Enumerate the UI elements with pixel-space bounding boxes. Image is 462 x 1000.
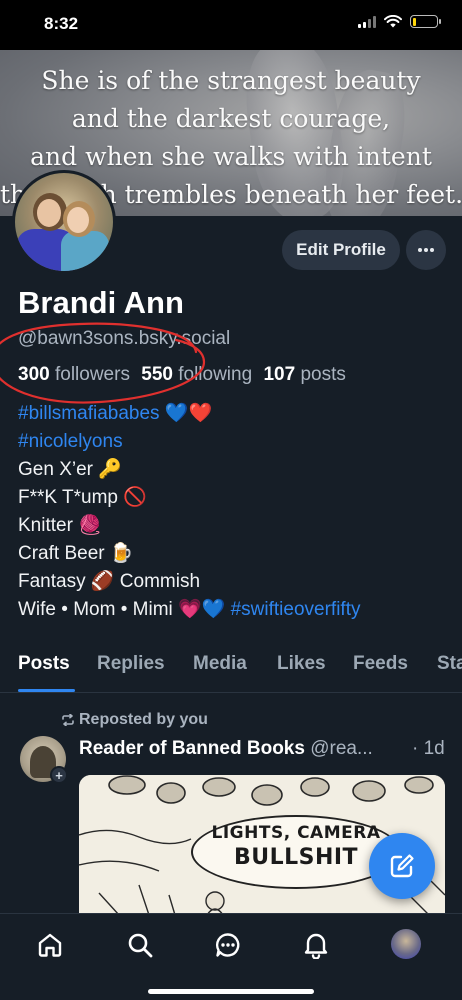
post-timestamp[interactable]: · 1d [412, 738, 445, 760]
nav-home[interactable] [34, 929, 66, 961]
signal-icon [358, 15, 376, 28]
home-indicator [148, 989, 314, 994]
bottom-navigation [0, 913, 462, 1000]
bio-line: Craft Beer 🍺 [18, 543, 134, 564]
post-author-name: Reader of Banned Books [79, 738, 305, 759]
display-name: Brandi Ann [18, 285, 184, 320]
home-icon [38, 933, 62, 957]
bio-line: Wife • Mom • Mimi 💗💙 [18, 599, 231, 620]
banner-line: She is of the strangest beauty [41, 66, 421, 95]
comic-text-1: LIGHTS, CAMERA [211, 823, 381, 843]
posts-label: posts [300, 364, 346, 385]
followers-label: followers [54, 364, 130, 385]
following-link[interactable]: 550 following [141, 364, 252, 385]
bio-line: Gen X’er 🔑 [18, 459, 122, 480]
compose-button[interactable] [369, 833, 435, 899]
chat-icon [215, 933, 240, 957]
post-author-handle: @rea... [304, 738, 373, 759]
bio-line: Fantasy 🏈 Commish [18, 571, 201, 592]
tab-posts[interactable]: Posts [18, 653, 70, 675]
bio-line: F**K T*ump 🚫 [18, 487, 147, 508]
more-options-button[interactable] [406, 230, 446, 270]
repost-label: Reposted by you [79, 711, 208, 728]
nav-notifications[interactable] [300, 929, 332, 961]
repost-indicator[interactable]: Reposted by you [61, 711, 208, 729]
repost-icon [62, 714, 74, 726]
ellipsis-icon [418, 248, 434, 252]
active-tab-indicator [18, 689, 75, 692]
profile-tabs: Posts Replies Media Likes Feeds Starter … [0, 646, 462, 693]
bell-icon [304, 933, 328, 959]
wifi-icon [384, 15, 402, 28]
status-time: 8:32 [44, 14, 79, 33]
tab-starter-packs[interactable]: Starter Packs [437, 653, 462, 675]
nav-profile-avatar[interactable] [391, 929, 421, 959]
followers-count: 300 [18, 364, 50, 385]
search-icon [128, 933, 153, 958]
posts-count: 107 [263, 364, 296, 385]
bio-line: Knitter 🧶 [18, 515, 102, 536]
profile-avatar[interactable] [12, 170, 116, 274]
tab-media[interactable]: Media [193, 653, 247, 675]
edit-profile-button[interactable]: Edit Profile [282, 230, 400, 270]
hashtag-link[interactable]: #swiftieoverfifty [231, 599, 361, 620]
hashtag-link[interactable]: #nicolelyons [18, 431, 123, 452]
post-header[interactable]: Reader of Banned Books @rea... [79, 738, 445, 760]
banner-line: and the darkest courage, [71, 104, 391, 133]
follow-plus-icon[interactable]: + [50, 766, 68, 784]
compose-icon [390, 854, 414, 878]
status-bar: 8:32 [0, 0, 462, 50]
followers-link[interactable]: 300 followers [18, 364, 130, 385]
profile-handle: @bawn3sons.bsky.social [18, 328, 231, 349]
battery-icon [410, 15, 441, 28]
posts-stat: 107 posts [263, 364, 345, 385]
following-count: 550 [141, 364, 173, 385]
tab-feeds[interactable]: Feeds [353, 653, 408, 675]
profile-bio: #billsmafiababes 💙❤️ #nicolelyons Gen X’… [18, 400, 360, 624]
nav-chat[interactable] [212, 929, 244, 961]
status-icons [358, 15, 441, 28]
following-label: following [178, 364, 253, 385]
tab-replies[interactable]: Replies [97, 653, 165, 675]
profile-stats: 300 followers 550 following 107 posts [18, 364, 352, 386]
tab-likes[interactable]: Likes [277, 653, 326, 675]
nav-search[interactable] [124, 929, 156, 961]
bio-emoji: 💙❤️ [164, 403, 213, 424]
hashtag-link[interactable]: #billsmafiababes [18, 403, 160, 424]
